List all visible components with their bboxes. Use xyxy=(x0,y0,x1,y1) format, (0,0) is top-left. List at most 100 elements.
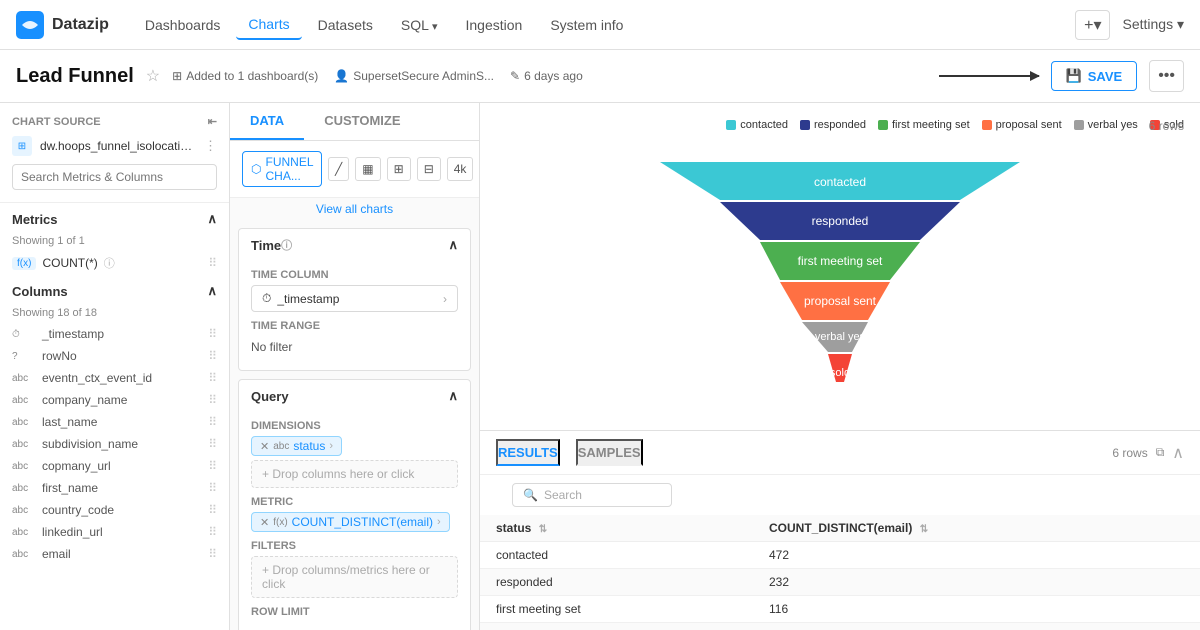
main-layout: Chart Source ⇤ ⊞ dw.hoops_funnel_isoloca… xyxy=(0,103,1200,630)
svg-text:responded: responded xyxy=(812,214,869,228)
time-meta: ✎ 6 days ago xyxy=(510,69,583,83)
col-header-status[interactable]: status ⇅ xyxy=(480,515,753,542)
columns-collapse-icon[interactable]: ∧ xyxy=(207,283,217,299)
chart-legend: contacted responded first meeting set pr… xyxy=(496,119,1184,131)
time-column-selector[interactable]: ⏱ _timestamp › xyxy=(251,285,458,312)
page-header: Lead Funnel ☆ ⊞ Added to 1 dashboard(s) … xyxy=(0,50,1200,103)
chart-source-label: Chart Source ⇤ xyxy=(12,115,217,128)
chart-area: 6 rows contacted responded first meeting… xyxy=(480,103,1200,430)
sidebar: Chart Source ⇤ ⊞ dw.hoops_funnel_isoloca… xyxy=(0,103,230,630)
nav-datasets[interactable]: Datasets xyxy=(306,11,385,39)
columns-count: Showing 18 of 18 xyxy=(0,307,229,323)
col-last-name: abc last_name ⠿ xyxy=(0,411,229,433)
legend-responded: responded xyxy=(800,119,866,131)
table-row: responded 232 xyxy=(480,569,1200,596)
results-rows-count: 6 rows xyxy=(1112,446,1147,460)
nav-sql[interactable]: SQL xyxy=(389,11,450,39)
svg-text:proposal sent: proposal sent xyxy=(804,294,877,308)
nav-right: +▾ Settings ▾ xyxy=(1075,10,1184,40)
metrics-section: Metrics ∧ Showing 1 of 1 f(x) COUNT(*) ⓘ… xyxy=(0,203,229,275)
results-search-box[interactable]: 🔍 Search xyxy=(512,483,672,507)
save-button[interactable]: 💾 SAVE xyxy=(1051,61,1138,91)
metrics-count: Showing 1 of 1 xyxy=(0,235,229,251)
row-limit-label: ROW LIMIT xyxy=(251,606,458,618)
page-title: Lead Funnel xyxy=(16,65,134,88)
tab-customize[interactable]: CUSTOMIZE xyxy=(304,103,420,140)
line-chart-btn[interactable]: ╱ xyxy=(328,157,349,181)
plus-button[interactable]: +▾ xyxy=(1075,10,1110,40)
tab-results[interactable]: RESULTS xyxy=(496,439,560,466)
cell-count-4: 87 xyxy=(753,623,1200,630)
col-subdivision: abc subdivision_name ⠿ xyxy=(0,433,229,455)
results-table: status ⇅ COUNT_DISTINCT(email) ⇅ contact… xyxy=(480,515,1200,630)
dimension-arrow: › xyxy=(329,440,333,452)
col-first-name: abc first_name ⠿ xyxy=(0,477,229,499)
remove-dimension-icon[interactable]: ✕ xyxy=(260,440,269,453)
chart-rows-count: 6 rows xyxy=(1149,119,1184,133)
col-email: abc email ⠿ xyxy=(0,543,229,565)
metrics-collapse-icon[interactable]: ∧ xyxy=(207,211,217,227)
nav-charts[interactable]: Charts xyxy=(236,10,301,40)
tab-samples[interactable]: SAMPLES xyxy=(576,439,643,466)
legend-dot-verbal-yes xyxy=(1074,120,1084,130)
col-rowno: ? rowNo ⠿ xyxy=(0,345,229,367)
remove-metric-icon[interactable]: ✕ xyxy=(260,516,269,529)
dimension-type: abc xyxy=(273,441,289,452)
dashboard-icon: ⊞ xyxy=(172,69,182,83)
edit-icon: ✎ xyxy=(510,69,520,83)
time-range-value: No filter xyxy=(251,336,458,358)
funnel-icon: ⬡ xyxy=(251,162,261,176)
metrics-header: Metrics ∧ xyxy=(0,203,229,235)
grid-chart-btn[interactable]: ⊟ xyxy=(417,157,441,181)
query-section-content: DIMENSIONS ✕ abc status › Drop columns h… xyxy=(239,420,470,630)
datasource-more[interactable]: ⋮ xyxy=(204,138,217,154)
sort-icon-count: ⇅ xyxy=(920,524,928,535)
chart-type-selector[interactable]: ⬡ FUNNEL CHA... xyxy=(242,151,322,187)
query-section: Query ∧ DIMENSIONS ✕ abc status › Drop c… xyxy=(238,379,471,630)
datasource-name: dw.hoops_funnel_isolocatio... xyxy=(40,139,196,153)
table-row: first meeting set 116 xyxy=(480,596,1200,623)
time-section: Time ⓘ ∧ TIME COLUMN ⏱ _timestamp › TIME… xyxy=(238,228,471,371)
star-icon[interactable]: ☆ xyxy=(146,66,160,86)
arrow-decoration xyxy=(939,75,1039,77)
bar-chart-btn[interactable]: ▦ xyxy=(355,157,380,181)
legend-dot-proposal xyxy=(982,120,992,130)
time-range-label: TIME RANGE xyxy=(251,320,458,332)
nav-system-info[interactable]: System info xyxy=(538,11,635,39)
sort-icon-status: ⇅ xyxy=(539,524,547,535)
dimensions-drop-zone[interactable]: Drop columns here or click xyxy=(251,460,458,488)
tab-data[interactable]: DATA xyxy=(230,103,304,140)
col-linkedin: abc linkedin_url ⠿ xyxy=(0,521,229,543)
time-section-title[interactable]: Time ⓘ ∧ xyxy=(239,229,470,261)
clock-icon: ⏱ xyxy=(262,291,271,306)
results-right: 6 rows ⧉ ∧ xyxy=(1112,443,1184,463)
logo-icon xyxy=(16,11,44,39)
view-all-charts-link[interactable]: View all charts xyxy=(230,198,479,220)
cell-status-3: first meeting set xyxy=(480,596,753,623)
settings-button[interactable]: Settings ▾ xyxy=(1122,16,1184,33)
more-button[interactable]: ••• xyxy=(1149,60,1184,92)
svg-text:contacted: contacted xyxy=(814,175,866,189)
metric-label: METRIC xyxy=(251,496,458,508)
legend-verbal-yes: verbal yes xyxy=(1074,119,1138,131)
dimensions-tags: ✕ abc status › xyxy=(251,436,458,456)
search-metrics-input[interactable] xyxy=(12,164,217,190)
number-chart-btn[interactable]: 4k xyxy=(447,157,474,181)
right-panel: 6 rows contacted responded first meeting… xyxy=(480,103,1200,630)
query-section-title[interactable]: Query ∧ xyxy=(239,380,470,412)
table-chart-btn[interactable]: ⊞ xyxy=(387,157,411,181)
nav-ingestion[interactable]: Ingestion xyxy=(453,11,534,39)
filters-drop-zone[interactable]: Drop columns/metrics here or click xyxy=(251,556,458,598)
collapse-sidebar-icon[interactable]: ⇤ xyxy=(208,115,217,128)
collapse-results-button[interactable]: ∧ xyxy=(1172,443,1184,463)
dimensions-label: DIMENSIONS xyxy=(251,420,458,432)
copy-icon[interactable]: ⧉ xyxy=(1156,445,1165,460)
cell-count-3: 116 xyxy=(753,596,1200,623)
legend-proposal: proposal sent xyxy=(982,119,1062,131)
nav-dashboards[interactable]: Dashboards xyxy=(133,11,233,39)
col-header-count[interactable]: COUNT_DISTINCT(email) ⇅ xyxy=(753,515,1200,542)
top-nav: Datazip Dashboards Charts Datasets SQL I… xyxy=(0,0,1200,50)
cell-count-1: 472 xyxy=(753,542,1200,569)
cell-status-1: contacted xyxy=(480,542,753,569)
search-icon: 🔍 xyxy=(523,488,538,502)
